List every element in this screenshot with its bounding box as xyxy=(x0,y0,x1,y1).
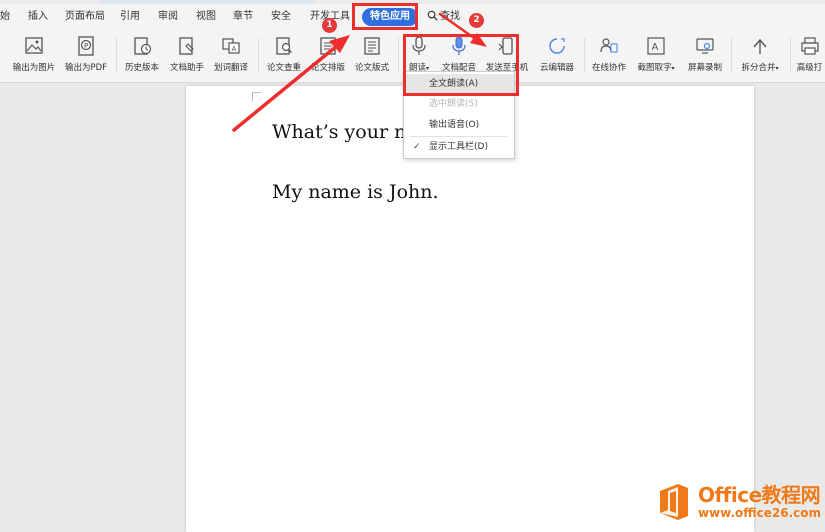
annotation-arrows xyxy=(232,12,487,132)
watermark: Office教程网 www.office26.com xyxy=(656,482,821,522)
arrow-1-icon xyxy=(232,35,350,132)
watermark-url: www.office26.com xyxy=(697,506,821,520)
step-badge-1: 1 xyxy=(322,18,337,33)
office-logo-icon xyxy=(659,484,688,520)
watermark-title: Office教程网 xyxy=(697,483,821,507)
step-badge-2: 2 xyxy=(469,13,484,28)
